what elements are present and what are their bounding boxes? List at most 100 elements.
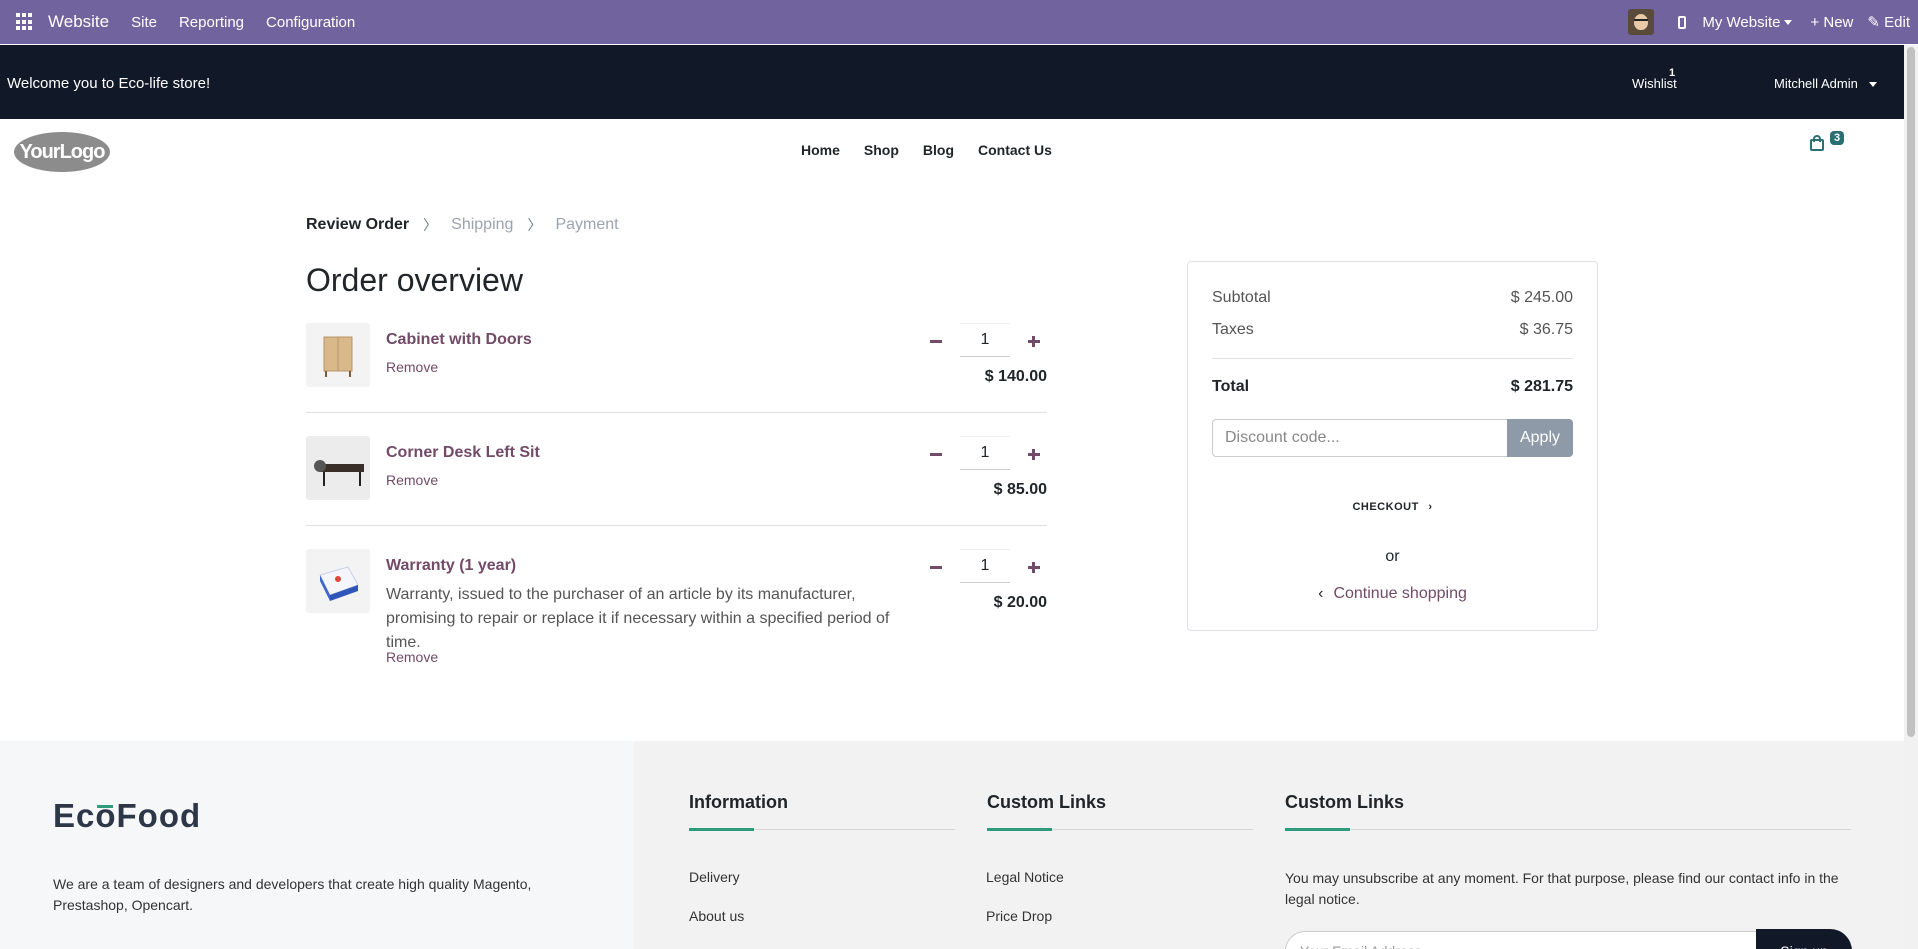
checkout-steps: Review Order 〉 Shipping 〉 Payment — [306, 215, 619, 235]
caret-down-icon — [1784, 20, 1793, 26]
plus-icon[interactable] — [1022, 329, 1046, 353]
edit-button-label: Edit — [1884, 14, 1910, 31]
subtotal-row: Subtotal $ 245.00 — [1212, 289, 1573, 307]
step-review-order: Review Order — [306, 216, 410, 233]
footer-link-delivery[interactable]: Delivery — [689, 869, 740, 885]
order-line: Warranty (1 year) Warranty, issued to th… — [306, 549, 1047, 669]
chevron-left-icon: ‹ — [1318, 585, 1324, 602]
footer-col-accent — [1285, 828, 1350, 831]
footer-col-accent — [987, 828, 1052, 831]
taxes-row: Taxes $ 36.75 — [1212, 321, 1573, 339]
website-selector-label: My Website — [1702, 13, 1781, 31]
line-price: $ 140.00 — [984, 368, 1047, 385]
minus-icon[interactable] — [924, 555, 948, 579]
quantity-input[interactable] — [960, 323, 1010, 357]
line-divider — [306, 525, 1047, 526]
footer-col-accent — [689, 828, 754, 831]
nav-shop[interactable]: Shop — [864, 142, 899, 158]
footer-brand[interactable]: EcoFood — [53, 797, 201, 835]
quantity-input[interactable] — [960, 436, 1010, 470]
checkout-label: CHECKOUT — [1352, 501, 1419, 513]
plus-icon[interactable] — [1022, 442, 1046, 466]
footer-col-newsletter-title: Custom Links — [1285, 792, 1405, 812]
order-summary-card: Subtotal $ 245.00 Taxes $ 36.75 Total $ … — [1187, 261, 1598, 631]
website-selector[interactable]: My Website — [1702, 13, 1793, 31]
wishlist-count: 1 — [1669, 67, 1676, 79]
minus-icon[interactable] — [924, 329, 948, 353]
quantity-input[interactable] — [960, 549, 1010, 583]
continue-shopping-link[interactable]: ‹ Continue shopping — [1188, 585, 1597, 603]
site-logo[interactable]: YourLogo — [14, 132, 110, 172]
quantity-stepper — [924, 323, 1046, 357]
odoo-admin-bar: Website Site Reporting Configuration My … — [0, 0, 1918, 44]
footer-link-legal-notice[interactable]: Legal Notice — [986, 869, 1064, 885]
step-shipping: Shipping — [451, 216, 514, 233]
menu-site[interactable]: Site — [131, 14, 157, 31]
total-value: $ 281.75 — [1510, 378, 1573, 395]
footer-about-text: We are a team of designers and developer… — [53, 876, 532, 913]
subtotal-value: $ 245.00 — [1510, 289, 1573, 306]
remove-link[interactable]: Remove — [386, 649, 438, 665]
main-nav: YourLogo Home Shop Blog Contact Us — [0, 119, 1904, 181]
quantity-stepper — [924, 436, 1046, 470]
footer-col-divider — [1285, 829, 1851, 830]
remove-link[interactable]: Remove — [386, 472, 438, 488]
pencil-icon: ✎ — [1867, 14, 1880, 31]
chevron-right-icon: 〉 — [423, 217, 438, 233]
order-line: Cabinet with Doors Remove $ 140.00 — [306, 323, 1047, 413]
step-payment: Payment — [555, 216, 619, 233]
newsletter-signup-button[interactable]: Sign up — [1756, 929, 1852, 949]
footer-link-price-drop[interactable]: Price Drop — [986, 908, 1052, 924]
mobile-preview-icon[interactable] — [1678, 15, 1687, 29]
chevron-right-icon: 〉 — [527, 217, 542, 233]
summary-divider — [1212, 358, 1573, 359]
store-top-bar: Welcome you to Eco-life store! Wishlist … — [0, 45, 1904, 119]
apps-grid-icon[interactable] — [16, 13, 34, 31]
page-title: Order overview — [306, 262, 523, 298]
order-line: Corner Desk Left Sit Remove $ 85.00 — [306, 436, 1047, 526]
quantity-stepper — [924, 549, 1046, 583]
newsletter-email-input[interactable] — [1285, 931, 1757, 949]
footer-left — [0, 741, 634, 949]
taxes-label: Taxes — [1212, 321, 1254, 338]
product-name[interactable]: Warranty (1 year) — [386, 557, 516, 575]
menu-configuration[interactable]: Configuration — [266, 14, 355, 31]
footer-link-about-us[interactable]: About us — [689, 908, 744, 924]
remove-link[interactable]: Remove — [386, 359, 438, 375]
product-image[interactable] — [306, 323, 370, 387]
cart-count-badge: 3 — [1830, 131, 1845, 145]
product-name[interactable]: Corner Desk Left Sit — [386, 444, 540, 462]
discount-code-input[interactable] — [1212, 419, 1508, 457]
cart-icon[interactable] — [1810, 135, 1826, 151]
or-separator: or — [1385, 548, 1400, 565]
new-button[interactable]: + New — [1810, 14, 1853, 31]
welcome-text: Welcome you to Eco-life store! — [7, 75, 211, 92]
scrollbar-thumb[interactable] — [1907, 47, 1915, 737]
line-divider — [306, 412, 1047, 413]
app-brand[interactable]: Website — [48, 12, 109, 32]
newsletter-text: You may unsubscribe at any moment. For t… — [1285, 870, 1839, 907]
subtotal-label: Subtotal — [1212, 289, 1271, 306]
user-avatar[interactable] — [1628, 9, 1655, 35]
user-menu[interactable]: Mitchell Admin — [1774, 76, 1878, 91]
nav-contact[interactable]: Contact Us — [978, 142, 1052, 158]
total-row: Total $ 281.75 — [1212, 378, 1573, 396]
nav-links: Home Shop Blog Contact Us — [801, 142, 1052, 158]
product-image[interactable] — [306, 549, 370, 613]
nav-blog[interactable]: Blog — [923, 142, 954, 158]
nav-home[interactable]: Home — [801, 142, 840, 158]
apply-button[interactable]: Apply — [1507, 419, 1573, 457]
minus-icon[interactable] — [924, 442, 948, 466]
taxes-value: $ 36.75 — [1519, 321, 1573, 338]
plus-icon[interactable] — [1022, 555, 1046, 579]
user-menu-label: Mitchell Admin — [1774, 76, 1858, 91]
checkout-button[interactable]: CHECKOUT › — [1188, 501, 1597, 513]
line-price: $ 85.00 — [993, 481, 1047, 498]
footer-brand-accent — [97, 805, 113, 808]
product-name[interactable]: Cabinet with Doors — [386, 331, 532, 349]
menu-reporting[interactable]: Reporting — [179, 14, 244, 31]
product-image[interactable] — [306, 436, 370, 500]
product-description: Warranty, issued to the purchaser of an … — [386, 586, 890, 651]
continue-shopping-label: Continue shopping — [1333, 585, 1467, 602]
edit-button[interactable]: ✎ Edit — [1867, 13, 1910, 31]
